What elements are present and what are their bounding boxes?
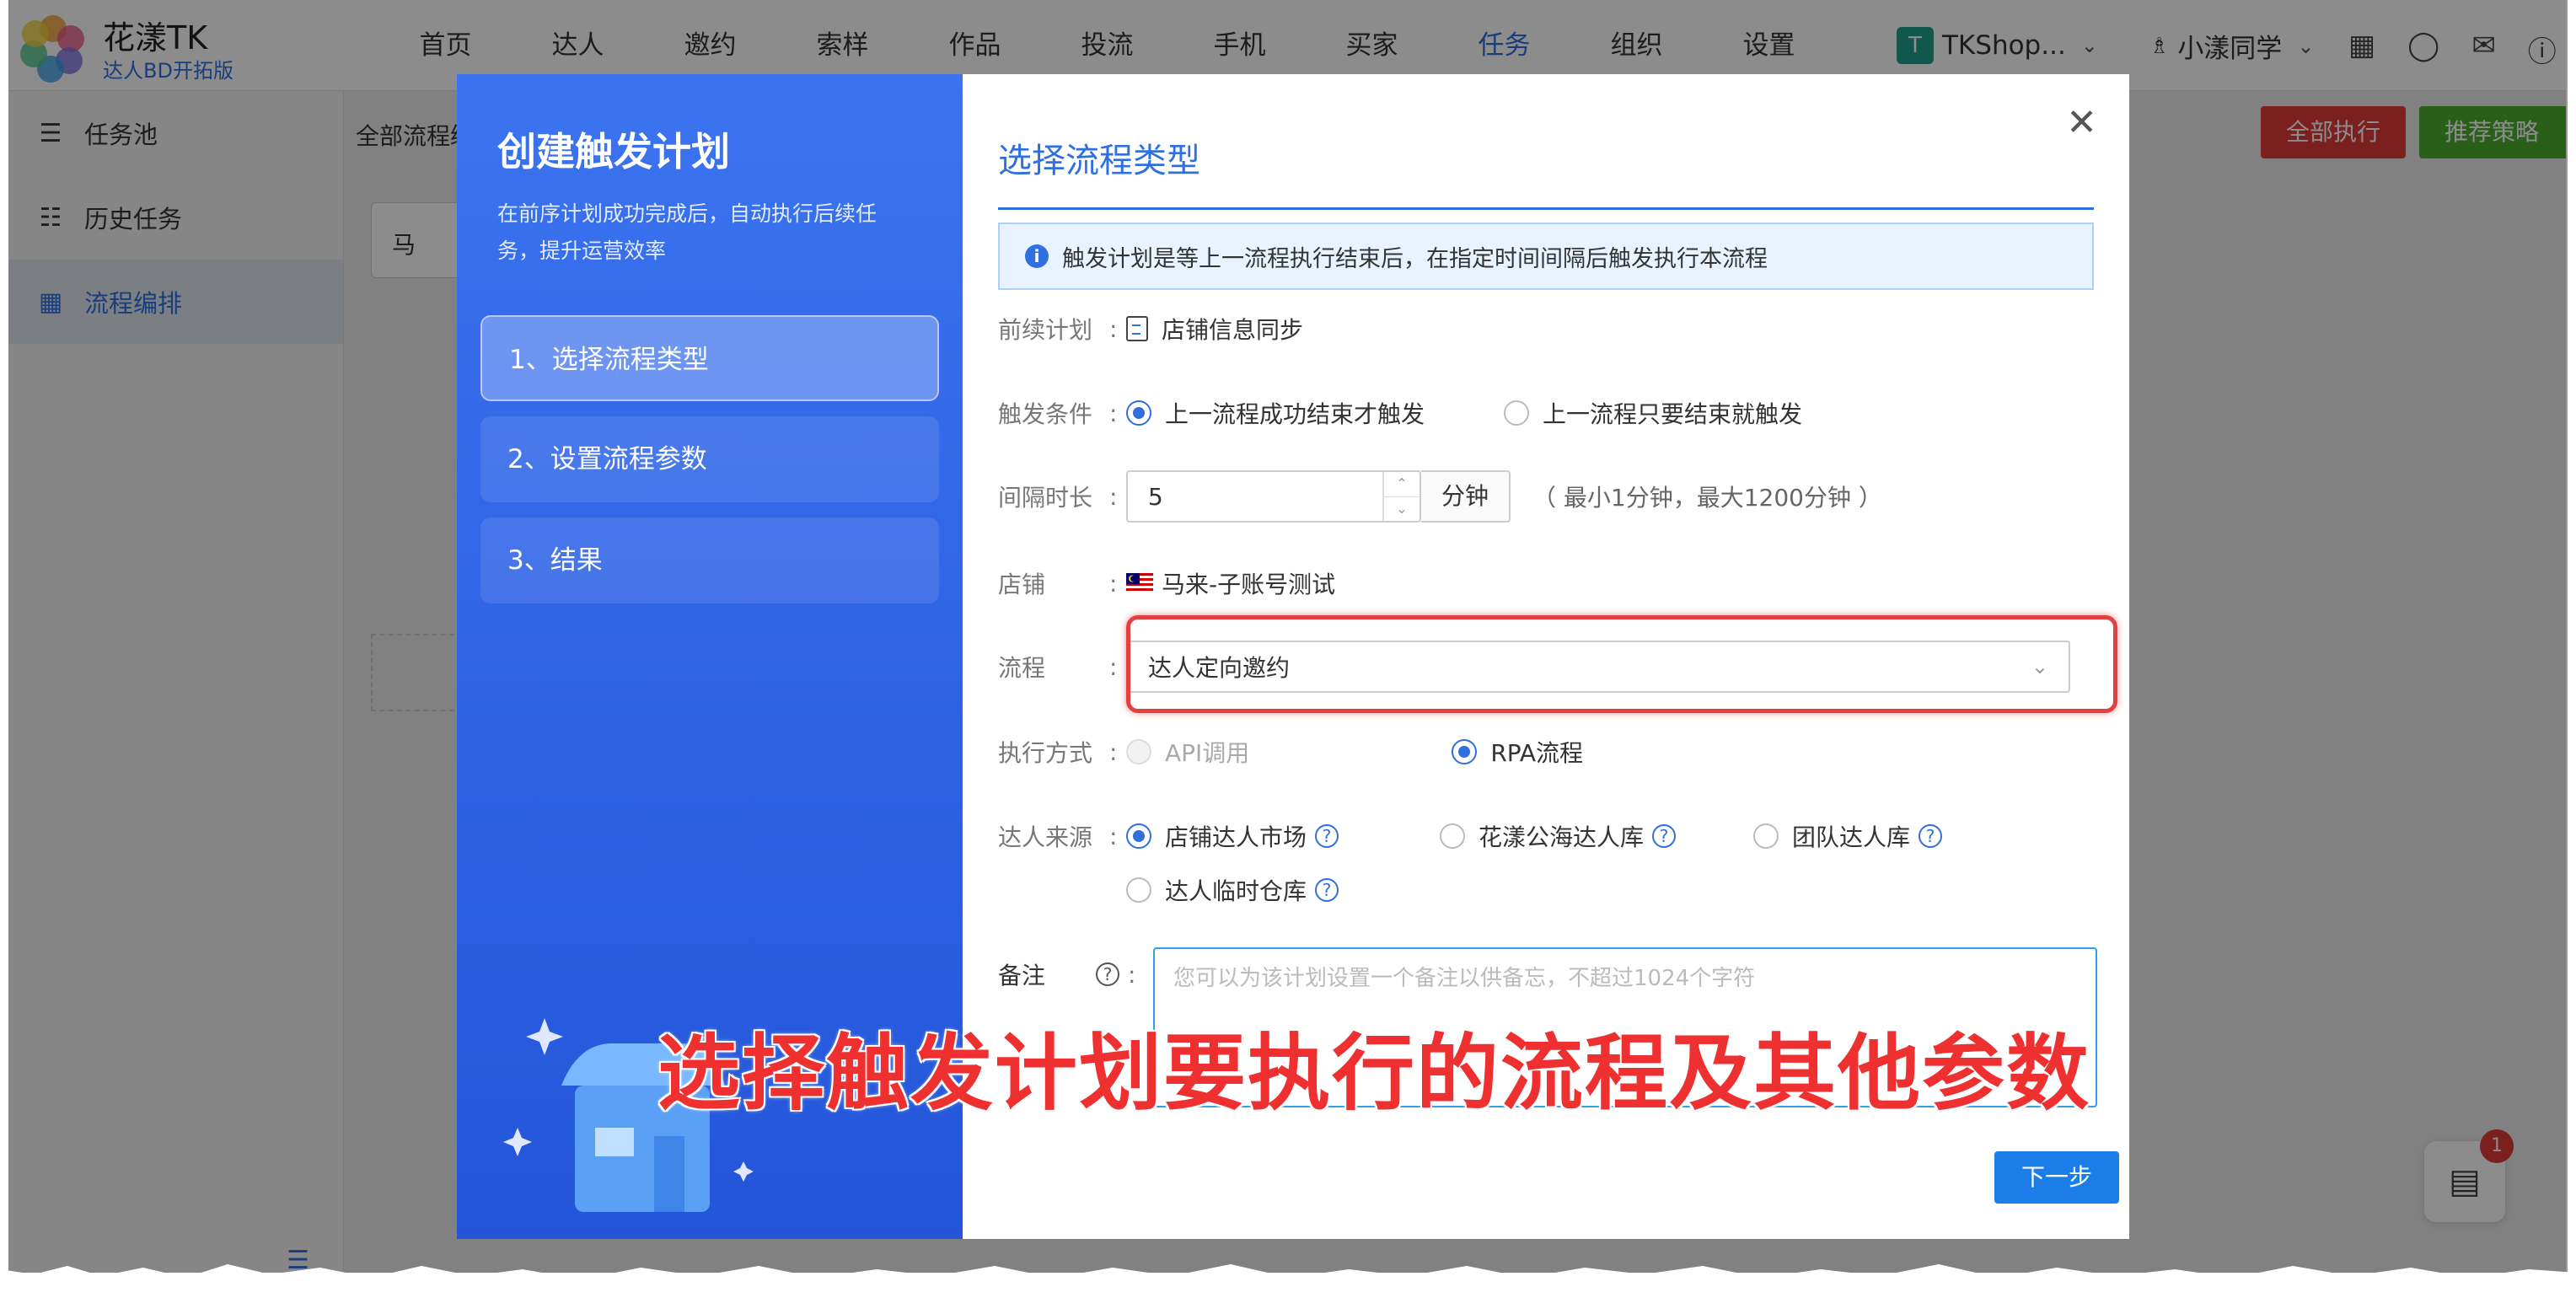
source-option-team-pool[interactable]: 团队达人库 ?: [1753, 819, 1943, 853]
trigger-option-any-end-label: 上一流程只要结束就触发: [1543, 400, 1803, 428]
interval-input[interactable]: 5 ⌃ ⌄: [1126, 470, 1421, 523]
interval-label: 间隔时长: [998, 484, 1093, 512]
radio-unchecked[interactable]: [1504, 400, 1530, 426]
stepper-down-icon[interactable]: ⌄: [1384, 497, 1419, 522]
step-select-flow-type[interactable]: 1、选择流程类型: [480, 315, 939, 401]
torn-edge-decoration: [0, 1264, 2576, 1303]
document-sync-icon: [1126, 316, 1148, 341]
help-icon[interactable]: ?: [1315, 824, 1339, 848]
interval-unit: 分钟: [1421, 470, 1511, 523]
info-alert: i 触发计划是等上一流程执行结束后，在指定时间间隔后触发执行本流程: [998, 223, 2094, 290]
exec-mode-row: 执行方式 : API调用 RPA流程: [998, 735, 1583, 769]
source-row: 达人来源 : 店铺达人市场 ? 花漾公海达人库 ? 团队达人库 ?: [998, 819, 1943, 853]
exec-option-rpa[interactable]: RPA流程: [1452, 735, 1583, 769]
app-window: 花漾TK 达人BD开拓版 首页 达人 邀约 索样 作品 投流 手机 买家 任务 …: [8, 0, 2568, 1273]
help-icon[interactable]: ?: [1315, 878, 1339, 902]
radio-unchecked[interactable]: [1753, 823, 1779, 849]
step-set-params[interactable]: 2、设置流程参数: [480, 416, 939, 502]
shop-row: 店铺 : 马来-子账号测试: [998, 566, 1335, 600]
info-icon: i: [1025, 244, 1049, 268]
help-icon[interactable]: ?: [1652, 824, 1677, 848]
radio-unchecked[interactable]: [1440, 823, 1466, 849]
highlight-annotation-box: [1126, 615, 2117, 713]
help-icon[interactable]: ?: [1096, 963, 1119, 986]
remark-label: 备注: [998, 962, 1046, 989]
trigger-option-success[interactable]: 上一流程成功结束才触发: [1126, 396, 1425, 430]
source-label: 达人来源: [998, 823, 1093, 851]
prev-plan-row: 前续计划 : 店铺信息同步: [998, 312, 1303, 346]
prev-plan-value: 店铺信息同步: [1162, 316, 1304, 344]
source-option-temp-warehouse-label: 达人临时仓库: [1165, 877, 1307, 905]
radio-checked[interactable]: [1126, 400, 1151, 426]
source-option-temp-warehouse[interactable]: 达人临时仓库 ?: [1126, 873, 1339, 907]
interval-stepper[interactable]: ⌃ ⌄: [1382, 472, 1419, 521]
radio-checked[interactable]: [1126, 823, 1151, 849]
source-option-public-pool-label: 花漾公海达人库: [1479, 823, 1645, 851]
interval-row: 间隔时长 : 5 ⌃ ⌄ 分钟 （ 最小1分钟，最大1200分钟 ）: [998, 470, 1882, 523]
trigger-condition-row: 触发条件 : 上一流程成功结束才触发 上一流程只要结束就触发: [998, 396, 1802, 430]
shop-label: 店铺: [998, 571, 1046, 598]
modal-title: 创建触发计划: [497, 129, 730, 174]
help-icon[interactable]: ?: [1919, 824, 1943, 848]
malaysia-flag-icon: [1126, 573, 1153, 593]
radio-unchecked[interactable]: [1126, 877, 1151, 903]
source-option-shop-market-label: 店铺达人市场: [1165, 823, 1307, 851]
remark-row: 备注 ? :: [998, 957, 1145, 991]
radio-checked[interactable]: [1452, 739, 1478, 764]
tutorial-caption: 选择触发计划要执行的流程及其他参数: [656, 1025, 2091, 1123]
step-result[interactable]: 3、结果: [480, 517, 939, 603]
source-row-2: 达人临时仓库 ?: [1126, 873, 1339, 907]
source-option-public-pool[interactable]: 花漾公海达人库 ?: [1440, 819, 1677, 853]
info-text: 触发计划是等上一流程执行结束后，在指定时间间隔后触发执行本流程: [1062, 245, 1768, 272]
stepper-up-icon[interactable]: ⌃: [1384, 472, 1419, 497]
trigger-condition-label: 触发条件: [998, 400, 1093, 428]
step-list: 1、选择流程类型 2、设置流程参数 3、结果: [480, 315, 939, 619]
interval-hint: （ 最小1分钟，最大1200分钟 ）: [1532, 484, 1882, 512]
trigger-option-any-end[interactable]: 上一流程只要结束就触发: [1504, 396, 1802, 430]
exec-option-rpa-label: RPA流程: [1490, 739, 1584, 767]
exec-option-api-label: API调用: [1165, 739, 1250, 767]
source-option-team-pool-label: 团队达人库: [1792, 823, 1911, 851]
exec-option-api: API调用: [1126, 735, 1249, 769]
flow-label: 流程: [998, 654, 1046, 682]
shop-value: 马来-子账号测试: [1162, 571, 1336, 598]
source-option-shop-market[interactable]: 店铺达人市场 ?: [1126, 819, 1339, 853]
modal-description: 在前序计划成功完成后，自动执行后续任务，提升运营效率: [497, 201, 877, 263]
next-step-button[interactable]: 下一步: [1994, 1151, 2119, 1204]
interval-value: 5: [1148, 482, 1163, 511]
radio-disabled: [1126, 739, 1151, 764]
trigger-option-success-label: 上一流程成功结束才触发: [1165, 400, 1425, 428]
close-icon[interactable]: ✕: [2066, 101, 2097, 144]
title-divider: [998, 207, 2094, 210]
section-title: 选择流程类型: [998, 142, 1200, 180]
exec-mode-label: 执行方式: [998, 739, 1093, 767]
prev-plan-label: 前续计划: [998, 316, 1093, 344]
